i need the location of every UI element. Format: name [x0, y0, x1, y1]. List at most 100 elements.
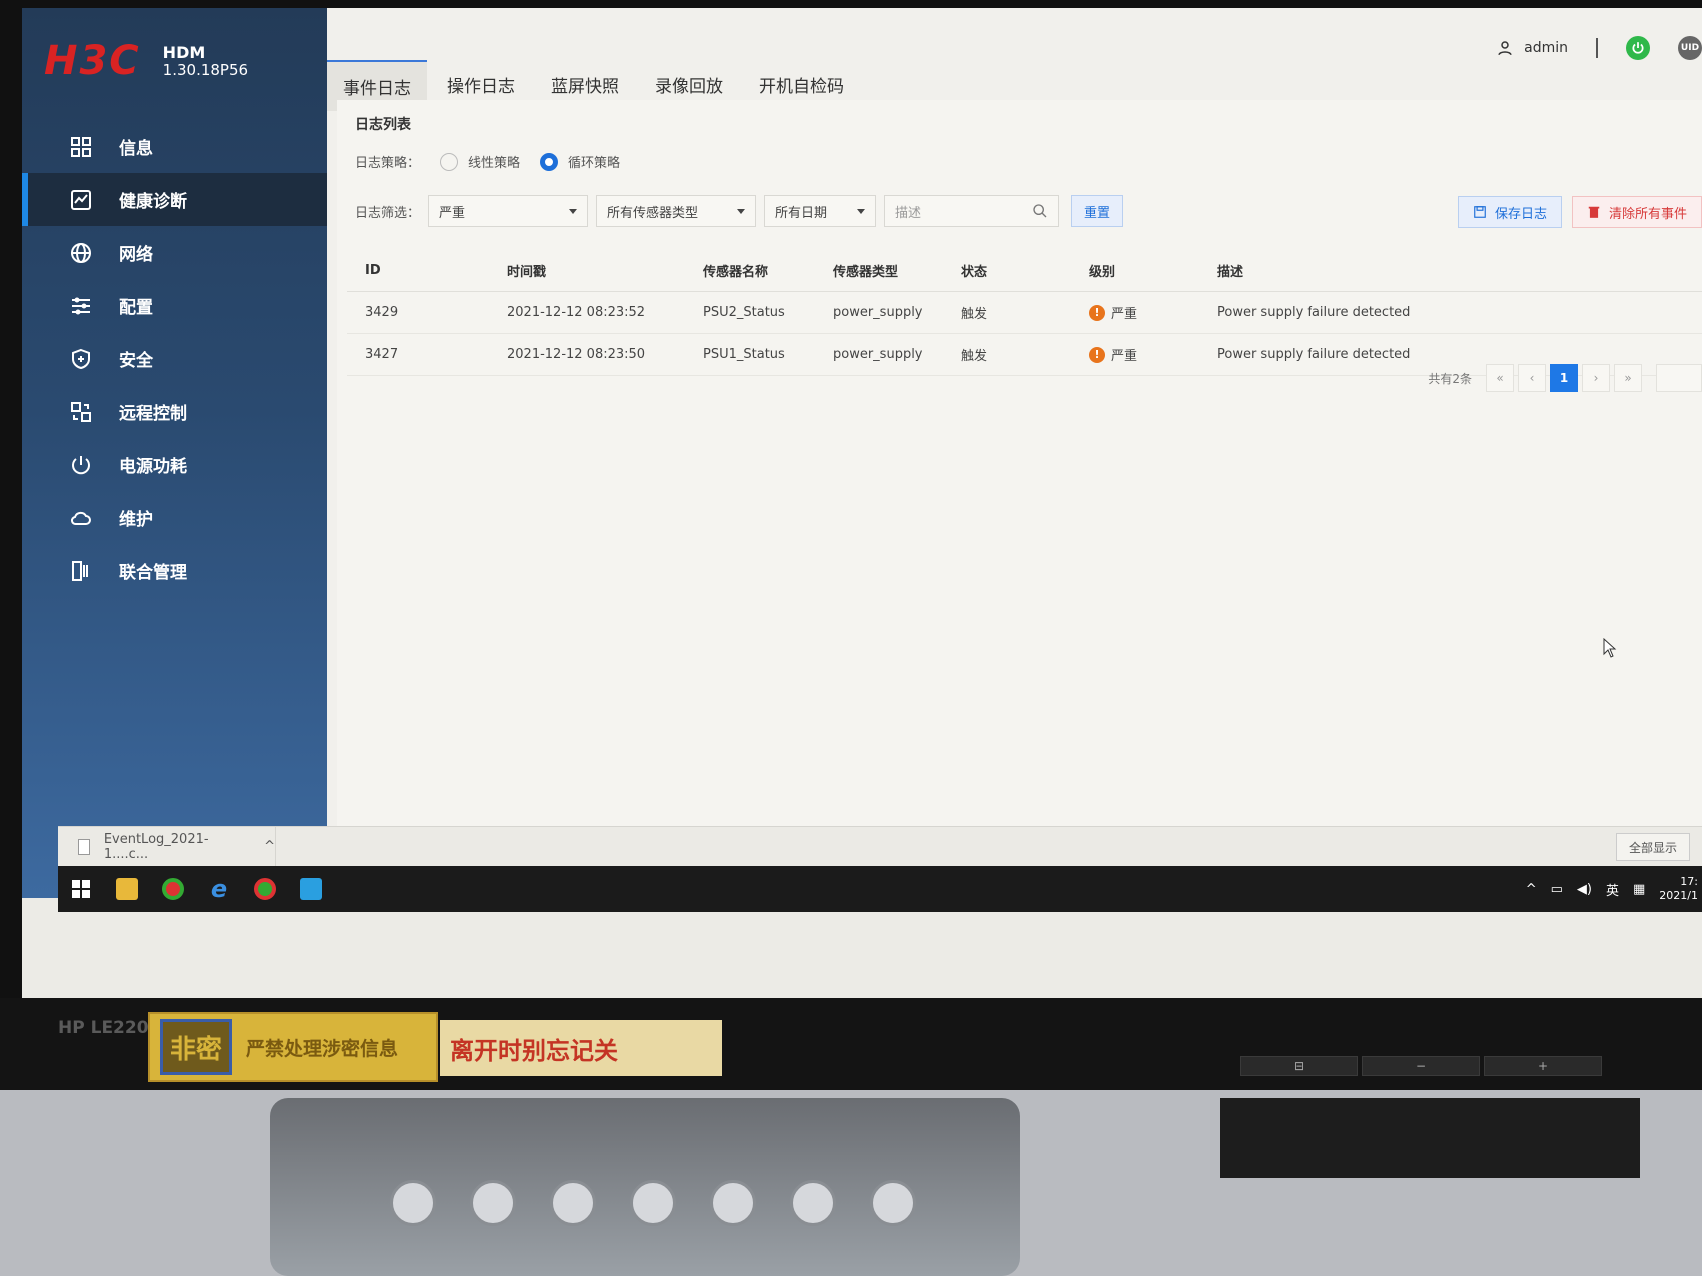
- first-page-button[interactable]: «: [1486, 364, 1514, 392]
- sidebar: H3C HDM 1.30.18P56 信息 健康诊断 网络 配置 安全 远程控制…: [22, 8, 327, 898]
- page-button-current[interactable]: 1: [1550, 364, 1578, 392]
- mouse-cursor-icon: [1603, 638, 1617, 658]
- uid-button[interactable]: UID: [1678, 36, 1702, 60]
- policy-cyclic-radio[interactable]: [540, 152, 559, 171]
- sensor-type-select[interactable]: 所有传感器类型: [596, 195, 757, 227]
- pagination: 共有2条 « ‹ 1 › »: [1428, 364, 1702, 392]
- page-jump-input[interactable]: [1656, 364, 1702, 392]
- ime-icon[interactable]: ▦: [1633, 882, 1645, 897]
- cell-time: 2021-12-12 08:23:52: [507, 305, 646, 320]
- cell-time: 2021-12-12 08:23:50: [507, 347, 646, 362]
- cell-state: 触发: [961, 307, 988, 322]
- last-page-button[interactable]: »: [1614, 364, 1642, 392]
- sidebar-item-health[interactable]: 健康诊断: [22, 173, 327, 226]
- clock-time: 17:: [1680, 874, 1698, 888]
- power-icon: [67, 451, 95, 479]
- download-bar: EventLog_2021-1....c... ^ 全部显示: [58, 826, 1702, 867]
- user-menu[interactable]: admin: [1496, 39, 1568, 57]
- sidebar-item-network[interactable]: 网络: [22, 226, 327, 279]
- reminder-sticker: 离开时别忘记关: [440, 1020, 722, 1076]
- chevron-up-icon[interactable]: ^: [264, 839, 275, 854]
- cell-sensor-name: PSU2_Status: [703, 305, 785, 320]
- remote-icon: [67, 398, 95, 426]
- product-version: 1.30.18P56: [162, 60, 249, 79]
- taskbar: e ^ ▭ ◀) 英 ▦ 17: 2021/1: [58, 866, 1702, 912]
- power-status-button[interactable]: [1626, 36, 1650, 60]
- search-icon[interactable]: [1032, 203, 1048, 219]
- col-sensor-name[interactable]: 传感器名称: [703, 261, 833, 280]
- col-id[interactable]: ID: [347, 263, 507, 278]
- sidebar-item-label: 维护: [119, 510, 153, 530]
- input-language[interactable]: 英: [1606, 880, 1619, 899]
- system-tray: ^ ▭ ◀) 英 ▦ 17: 2021/1: [1526, 866, 1702, 912]
- download-item[interactable]: EventLog_2021-1....c... ^: [58, 826, 276, 867]
- reset-button[interactable]: 重置: [1071, 195, 1124, 227]
- chrome-active-icon[interactable]: [242, 866, 288, 912]
- log-panel: 日志列表 日志策略： 线性策略 循环策略 日志筛选： 严重 所有传感器类型 所有…: [337, 100, 1702, 900]
- sticker-text: 严禁处理涉密信息: [246, 1037, 399, 1060]
- sidebar-item-remote[interactable]: 远程控制: [22, 385, 327, 438]
- sidebar-item-label: 远程控制: [119, 404, 187, 424]
- socket-bit: [470, 1180, 516, 1226]
- brand-area: H3C HDM 1.30.18P56: [44, 36, 248, 86]
- save-log-button[interactable]: 保存日志: [1457, 196, 1562, 228]
- file-icon: [78, 838, 90, 855]
- monitor-stand: [1220, 1098, 1640, 1178]
- policy-linear-radio[interactable]: [440, 152, 459, 171]
- save-icon: [1474, 206, 1486, 218]
- minus-button[interactable]: −: [1362, 1056, 1480, 1076]
- wps-icon[interactable]: [288, 866, 334, 912]
- windows-start-icon[interactable]: [58, 866, 104, 912]
- socket-bit: [630, 1180, 676, 1226]
- description-search-input[interactable]: 描述: [884, 195, 1060, 227]
- socket-bit: [710, 1180, 756, 1226]
- action-buttons: 保存日志 清除所有事件: [1457, 196, 1702, 228]
- sidebar-item-power[interactable]: 电源功耗: [22, 438, 327, 491]
- date-select[interactable]: 所有日期: [764, 195, 877, 227]
- policy-linear-label: 线性策略: [468, 156, 521, 171]
- prev-page-button[interactable]: ‹: [1518, 364, 1546, 392]
- sidebar-item-info[interactable]: 信息: [22, 120, 327, 173]
- search-placeholder: 描述: [895, 205, 922, 221]
- save-log-label: 保存日志: [1494, 206, 1547, 222]
- volume-icon[interactable]: ◀): [1577, 882, 1592, 897]
- chevron-up-icon[interactable]: ^: [1526, 882, 1537, 897]
- col-level[interactable]: 级别: [1089, 261, 1217, 280]
- sidebar-item-maintenance[interactable]: 维护: [22, 491, 327, 544]
- sidebar-item-label: 信息: [119, 139, 153, 159]
- col-state[interactable]: 状态: [961, 261, 1089, 280]
- sidebar-item-security[interactable]: 安全: [22, 332, 327, 385]
- next-page-button[interactable]: ›: [1582, 364, 1610, 392]
- col-description[interactable]: 描述: [1217, 261, 1702, 280]
- socket-bit: [790, 1180, 836, 1226]
- username: admin: [1524, 40, 1568, 56]
- internet-explorer-icon[interactable]: e: [196, 866, 242, 912]
- cell-state: 触发: [961, 349, 988, 364]
- network-icon[interactable]: ▭: [1551, 882, 1563, 897]
- log-policy-row: 日志策略： 线性策略 循环策略: [355, 152, 620, 171]
- clear-all-events-button[interactable]: 清除所有事件: [1571, 196, 1702, 228]
- table-row[interactable]: 3429 2021-12-12 08:23:52 PSU2_Status pow…: [347, 292, 1702, 334]
- chrome-icon[interactable]: [150, 866, 196, 912]
- severity-select[interactable]: 严重: [428, 195, 589, 227]
- plus-button[interactable]: +: [1484, 1056, 1602, 1076]
- power-icon: [1632, 42, 1644, 54]
- date-value: 所有日期: [775, 205, 828, 221]
- col-timestamp[interactable]: 时间戳: [507, 261, 703, 280]
- health-chart-icon: [67, 186, 95, 214]
- file-explorer-icon[interactable]: [104, 866, 150, 912]
- cell-description: Power supply failure detected: [1217, 347, 1411, 362]
- show-all-downloads-button[interactable]: 全部显示: [1615, 833, 1690, 861]
- sidebar-item-label: 配置: [119, 298, 153, 318]
- policy-label: 日志策略：: [355, 156, 421, 171]
- socket-bit: [390, 1180, 436, 1226]
- sidebar-item-config[interactable]: 配置: [22, 279, 327, 332]
- cell-level: ! 严重: [1089, 303, 1217, 322]
- sidebar-item-federation[interactable]: 联合管理: [22, 544, 327, 597]
- policy-cyclic-label: 循环策略: [568, 156, 621, 171]
- col-sensor-type[interactable]: 传感器类型: [833, 261, 961, 280]
- sidebar-item-label: 联合管理: [119, 563, 187, 583]
- input-button[interactable]: ⊟: [1240, 1056, 1358, 1076]
- severity-value: 严重: [439, 205, 466, 221]
- clock[interactable]: 17: 2021/1: [1659, 875, 1698, 904]
